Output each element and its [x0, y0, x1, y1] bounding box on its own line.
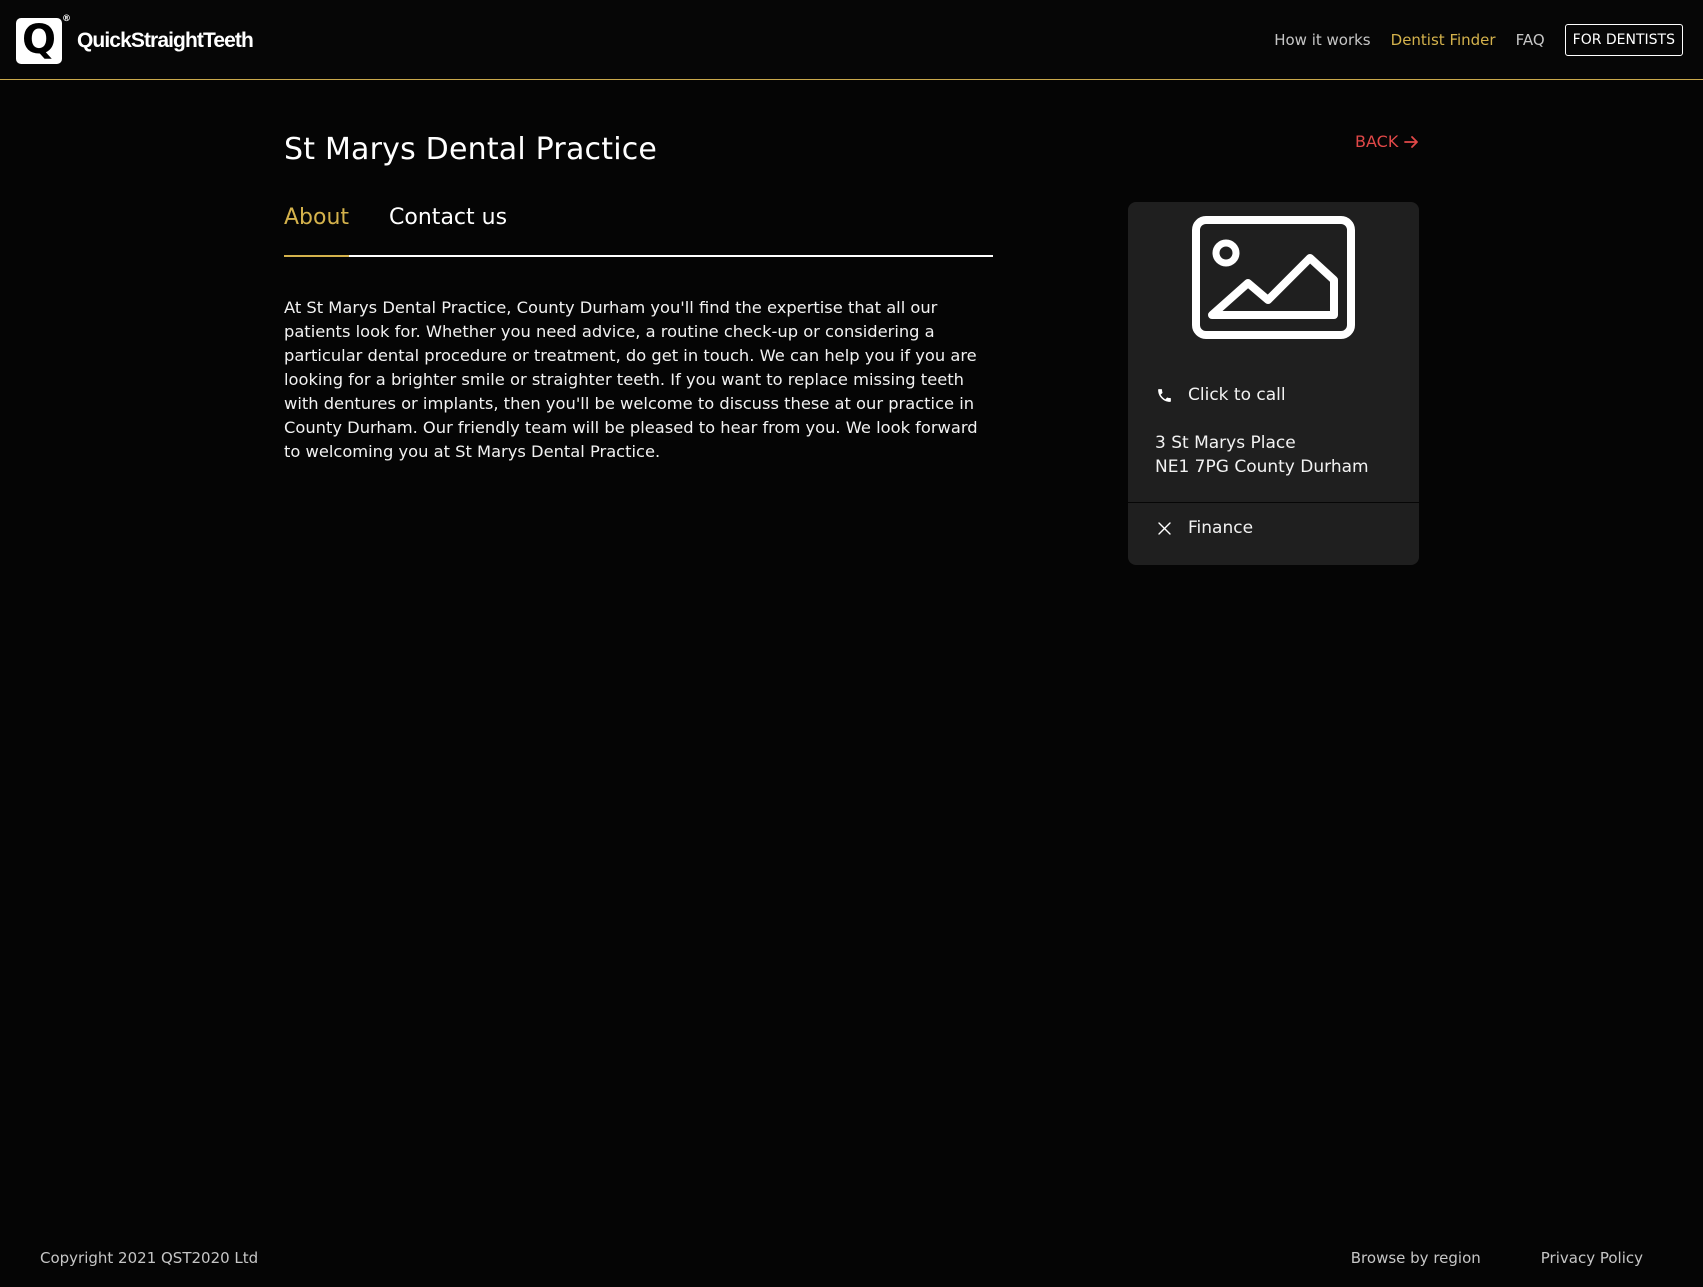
- brand-name: QuickStraightTeeth: [77, 29, 254, 52]
- browse-by-region-link[interactable]: Browse by region: [1351, 1249, 1481, 1267]
- page-title: St Marys Dental Practice: [284, 132, 658, 167]
- address-line-1: 3 St Marys Place: [1155, 433, 1296, 453]
- finance-label: Finance: [1188, 518, 1254, 538]
- privacy-policy-link[interactable]: Privacy Policy: [1541, 1249, 1643, 1267]
- logo-mark: Q ®: [16, 14, 71, 64]
- back-link[interactable]: BACK: [1355, 132, 1419, 151]
- main-nav: How it works Dentist Finder FAQ FOR DENT…: [1254, 24, 1683, 56]
- tab-about[interactable]: About: [284, 205, 350, 257]
- registered-mark: ®: [62, 14, 71, 24]
- copyright-text: Copyright 2021 QST2020 Ltd: [40, 1249, 259, 1267]
- practice-tabs: About Contact us: [284, 205, 993, 257]
- logo-letter: Q: [21, 16, 56, 63]
- practice-address: 3 St Marys Place NE1 7PG County Durham: [1155, 431, 1369, 479]
- about-description: At St Marys Dental Practice, County Durh…: [284, 298, 978, 461]
- nav-how-it-works[interactable]: How it works: [1274, 31, 1370, 49]
- site-header: Q ® QuickStraightTeeth How it works Dent…: [0, 0, 1703, 80]
- nav-faq[interactable]: FAQ: [1516, 31, 1545, 49]
- phone-icon: [1155, 387, 1173, 404]
- practice-info-card: Click to call 3 St Marys Place NE1 7PG C…: [1128, 202, 1419, 565]
- close-icon: [1155, 521, 1173, 535]
- call-label: Click to call: [1188, 385, 1286, 405]
- brand-logo[interactable]: Q ® QuickStraightTeeth: [16, 14, 254, 64]
- card-divider: [1128, 502, 1419, 503]
- call-link[interactable]: Click to call: [1155, 385, 1286, 405]
- footer-links: Browse by region Privacy Policy: [1291, 1249, 1643, 1267]
- finance-row: Finance: [1155, 518, 1253, 538]
- for-dentists-button[interactable]: FOR DENTISTS: [1564, 24, 1683, 56]
- image-placeholder-icon: [1192, 216, 1355, 343]
- address-line-2: NE1 7PG County Durham: [1155, 457, 1369, 477]
- back-label: BACK: [1355, 132, 1399, 151]
- nav-dentist-finder[interactable]: Dentist Finder: [1391, 31, 1496, 49]
- tab-contact-us[interactable]: Contact us: [389, 205, 507, 255]
- arrow-right-icon: [1404, 135, 1419, 148]
